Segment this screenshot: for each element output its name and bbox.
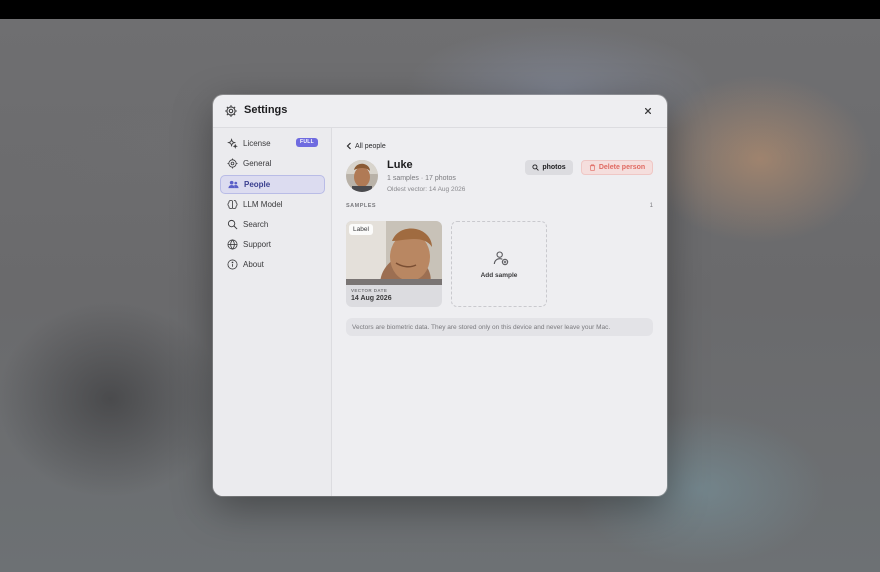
close-button[interactable] (641, 104, 655, 118)
globe-icon (227, 239, 238, 250)
license-badge: FULL (296, 138, 318, 147)
add-person-icon (493, 251, 509, 266)
sidebar-item-people[interactable]: People (220, 175, 325, 194)
samples-count: 1 (649, 203, 653, 209)
back-link-label: All people (355, 142, 386, 150)
gear-icon (225, 105, 237, 117)
sidebar-item-label: Support (243, 240, 272, 249)
sidebar-item-search[interactable]: Search (220, 216, 325, 235)
brain-icon (227, 199, 238, 210)
gear-icon (227, 158, 238, 169)
close-icon (644, 107, 652, 115)
trash-icon (589, 164, 595, 171)
delete-person-button[interactable]: Delete person (581, 160, 653, 175)
menu-bar (0, 0, 880, 19)
person-summary: 1 samples · 17 photos (387, 175, 456, 182)
photos-button[interactable]: photos (525, 160, 573, 175)
sidebar-item-llm-model[interactable]: LLM Model (220, 196, 325, 215)
biometric-notice: Vectors are biometric data. They are sto… (346, 318, 653, 336)
people-icon (228, 180, 239, 189)
search-icon (227, 219, 238, 230)
samples-section-label: SAMPLES (346, 203, 377, 209)
people-detail-pane: All people Luke 1 samples · 17 photos Ol… (332, 128, 667, 496)
biometric-notice-text: Vectors are biometric data. They are sto… (352, 323, 611, 331)
settings-window: Settings License FULL General People LLM… (213, 95, 667, 496)
info-icon (227, 259, 238, 270)
sample-label-tag: Label (349, 224, 373, 235)
add-sample-button[interactable]: Add sample (451, 221, 547, 307)
vector-date-value: 14 Aug 2026 (351, 295, 392, 302)
sidebar: License FULL General People LLM Model Se… (213, 128, 332, 496)
sidebar-item-label: General (243, 159, 272, 168)
sidebar-item-license[interactable]: License FULL (220, 135, 325, 154)
sidebar-item-general[interactable]: General (220, 155, 325, 174)
sidebar-item-support[interactable]: Support (220, 236, 325, 255)
avatar (346, 160, 378, 192)
sample-card[interactable]: Label VECTOR DATE 14 Aug 2026 (346, 221, 442, 307)
vector-date-label: VECTOR DATE (351, 288, 388, 293)
sidebar-item-label: LLM Model (243, 200, 283, 209)
person-name: Luke (387, 159, 413, 171)
sparkle-icon (227, 138, 238, 149)
sidebar-item-about[interactable]: About (220, 256, 325, 275)
photos-button-label: photos (542, 164, 566, 171)
sidebar-item-label: About (243, 260, 264, 269)
back-to-all-people-link[interactable]: All people (346, 141, 386, 151)
oldest-vector-text: Oldest vector: 14 Aug 2026 (387, 186, 466, 193)
delete-person-label: Delete person (598, 164, 646, 171)
sidebar-item-label: License (243, 139, 271, 148)
sidebar-item-label: People (244, 180, 271, 189)
add-sample-label: Add sample (480, 272, 518, 279)
title-bar: Settings (213, 95, 667, 128)
search-icon (532, 164, 540, 171)
window-title: Settings (244, 104, 288, 116)
sidebar-item-label: Search (243, 220, 269, 229)
chevron-left-icon (346, 142, 351, 150)
